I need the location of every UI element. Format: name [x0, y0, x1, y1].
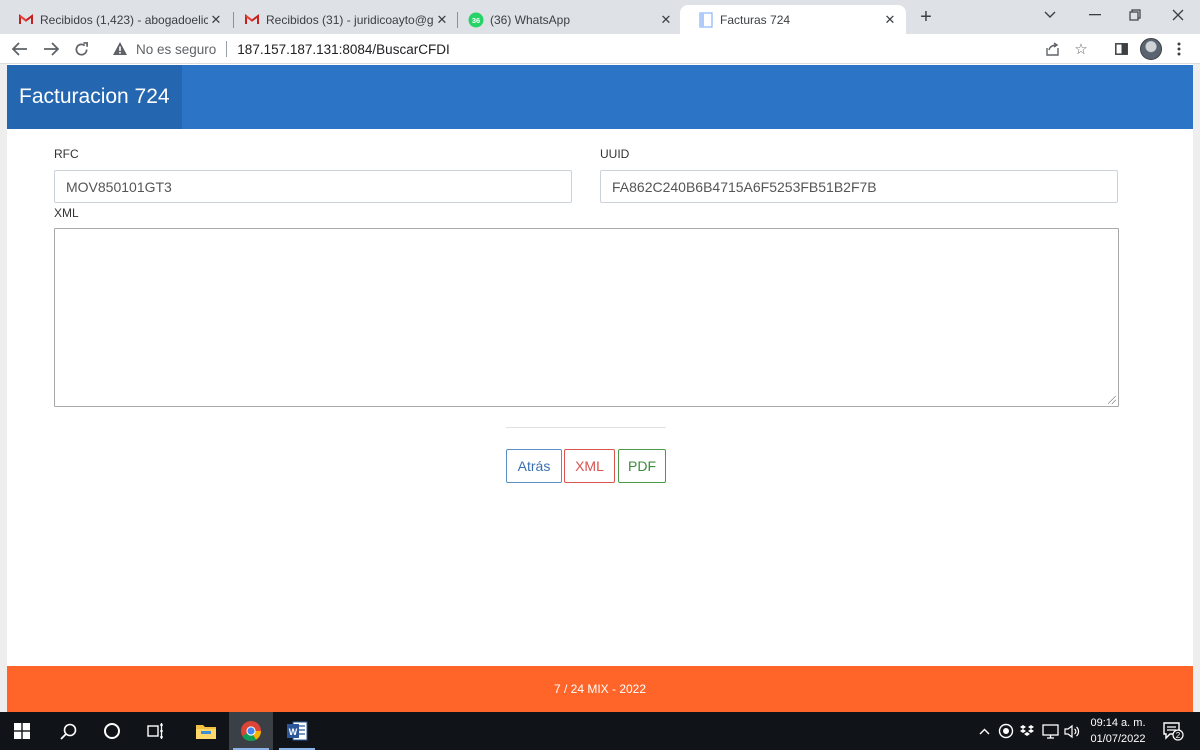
- viewport-margin-left: [0, 64, 7, 712]
- page-footer: 7 / 24 MIX - 2022: [7, 666, 1193, 712]
- kebab-menu-icon[interactable]: [1168, 38, 1190, 60]
- brand-title[interactable]: Facturacion 724: [7, 65, 182, 129]
- omnibox-separator: [226, 41, 228, 57]
- gmail-icon: [244, 12, 260, 28]
- close-icon[interactable]: ✕: [882, 12, 898, 28]
- notification-center-icon[interactable]: 2: [1162, 721, 1184, 741]
- search-icon[interactable]: [46, 712, 90, 750]
- tab-title: Recibidos (1,423) - abogadoelico: [40, 12, 208, 27]
- close-icon[interactable]: ✕: [208, 12, 224, 28]
- task-view-icon[interactable]: [134, 712, 178, 750]
- omnibox[interactable]: No es seguro 187.157.187.131:8084/Buscar…: [100, 37, 1100, 61]
- viewport-margin-right: [1193, 64, 1200, 712]
- xml-label: XML: [54, 206, 79, 220]
- profile-avatar[interactable]: [1140, 38, 1162, 60]
- network-icon[interactable]: [1041, 722, 1059, 740]
- windows-taskbar: W 09:14 a. m. 01/07/2022 2: [0, 712, 1200, 750]
- resize-grip-icon[interactable]: [1108, 396, 1116, 404]
- file-explorer-icon[interactable]: [184, 712, 228, 750]
- not-secure-label[interactable]: No es seguro: [136, 42, 216, 57]
- volume-icon[interactable]: [1063, 722, 1081, 740]
- rfc-field[interactable]: MOV850101GT3: [54, 170, 572, 203]
- uuid-field[interactable]: FA862C240B6B4715A6F5253FB51B2F7B: [600, 170, 1118, 203]
- restore-icon[interactable]: [1115, 0, 1155, 30]
- forward-arrow-icon[interactable]: [40, 38, 62, 60]
- new-tab-plus-icon[interactable]: +: [914, 6, 938, 28]
- whatsapp-badge: 36: [472, 16, 480, 25]
- warning-triangle-icon: [113, 42, 127, 55]
- close-icon[interactable]: ✕: [658, 12, 674, 28]
- windows-start-icon[interactable]: [0, 712, 44, 750]
- reload-icon[interactable]: [70, 38, 92, 60]
- close-icon[interactable]: ✕: [434, 12, 450, 28]
- taskbar-clock[interactable]: 09:14 a. m. 01/07/2022: [1082, 715, 1154, 747]
- xml-textarea[interactable]: [54, 228, 1119, 407]
- chevron-up-icon[interactable]: [975, 722, 993, 740]
- tab-gmail-juridico[interactable]: Recibidos (31) - juridicoayto@gm ✕: [226, 5, 458, 34]
- back-arrow-icon[interactable]: [9, 38, 31, 60]
- notification-count: 2: [1176, 731, 1181, 740]
- word-icon[interactable]: W: [275, 712, 319, 750]
- tab-title: Facturas 724: [720, 12, 791, 27]
- tab-whatsapp[interactable]: 36 (36) WhatsApp ✕: [450, 5, 682, 34]
- side-panel-icon[interactable]: [1110, 38, 1132, 60]
- tab-title: Recibidos (31) - juridicoayto@gm: [266, 12, 434, 27]
- tab-gmail-abogado[interactable]: Recibidos (1,423) - abogadoelico ✕: [0, 5, 232, 34]
- dropbox-icon[interactable]: [1018, 722, 1036, 740]
- pdf-button[interactable]: PDF: [618, 449, 666, 483]
- svg-text:W: W: [289, 727, 298, 737]
- gmail-icon: [18, 12, 34, 28]
- record-tray-icon[interactable]: [997, 722, 1015, 740]
- back-button[interactable]: Atrás: [506, 449, 562, 483]
- whatsapp-icon: 36: [468, 12, 484, 28]
- address-bar: No es seguro 187.157.187.131:8084/Buscar…: [0, 34, 1200, 64]
- page-icon: [698, 11, 714, 28]
- button-divider: [506, 427, 666, 428]
- xml-button[interactable]: XML: [564, 449, 615, 483]
- minimize-icon[interactable]: [1075, 0, 1115, 30]
- bookmark-star-icon[interactable]: ☆: [1070, 38, 1092, 60]
- rfc-label: RFC: [54, 147, 79, 161]
- facturacion-page: Facturacion 724 RFC MOV850101GT3 UUID FA…: [7, 65, 1193, 712]
- uuid-label: UUID: [600, 147, 630, 161]
- url-text[interactable]: 187.157.187.131:8084/BuscarCFDI: [237, 42, 449, 57]
- cortana-icon[interactable]: [90, 712, 134, 750]
- page-header: Facturacion 724: [7, 65, 1193, 129]
- tab-search-chevron-icon[interactable]: [1030, 0, 1070, 30]
- tab-title: (36) WhatsApp: [490, 12, 571, 27]
- browser-tab-strip: Recibidos (1,423) - abogadoelico ✕ Recib…: [0, 0, 1200, 34]
- tab-facturas-active[interactable]: Facturas 724 ✕: [680, 5, 906, 34]
- close-window-icon[interactable]: [1158, 0, 1198, 30]
- clock-time: 09:14 a. m.: [1090, 717, 1146, 729]
- chrome-icon[interactable]: [229, 712, 273, 750]
- clock-date: 01/07/2022: [1090, 733, 1146, 745]
- share-icon[interactable]: [1041, 38, 1063, 60]
